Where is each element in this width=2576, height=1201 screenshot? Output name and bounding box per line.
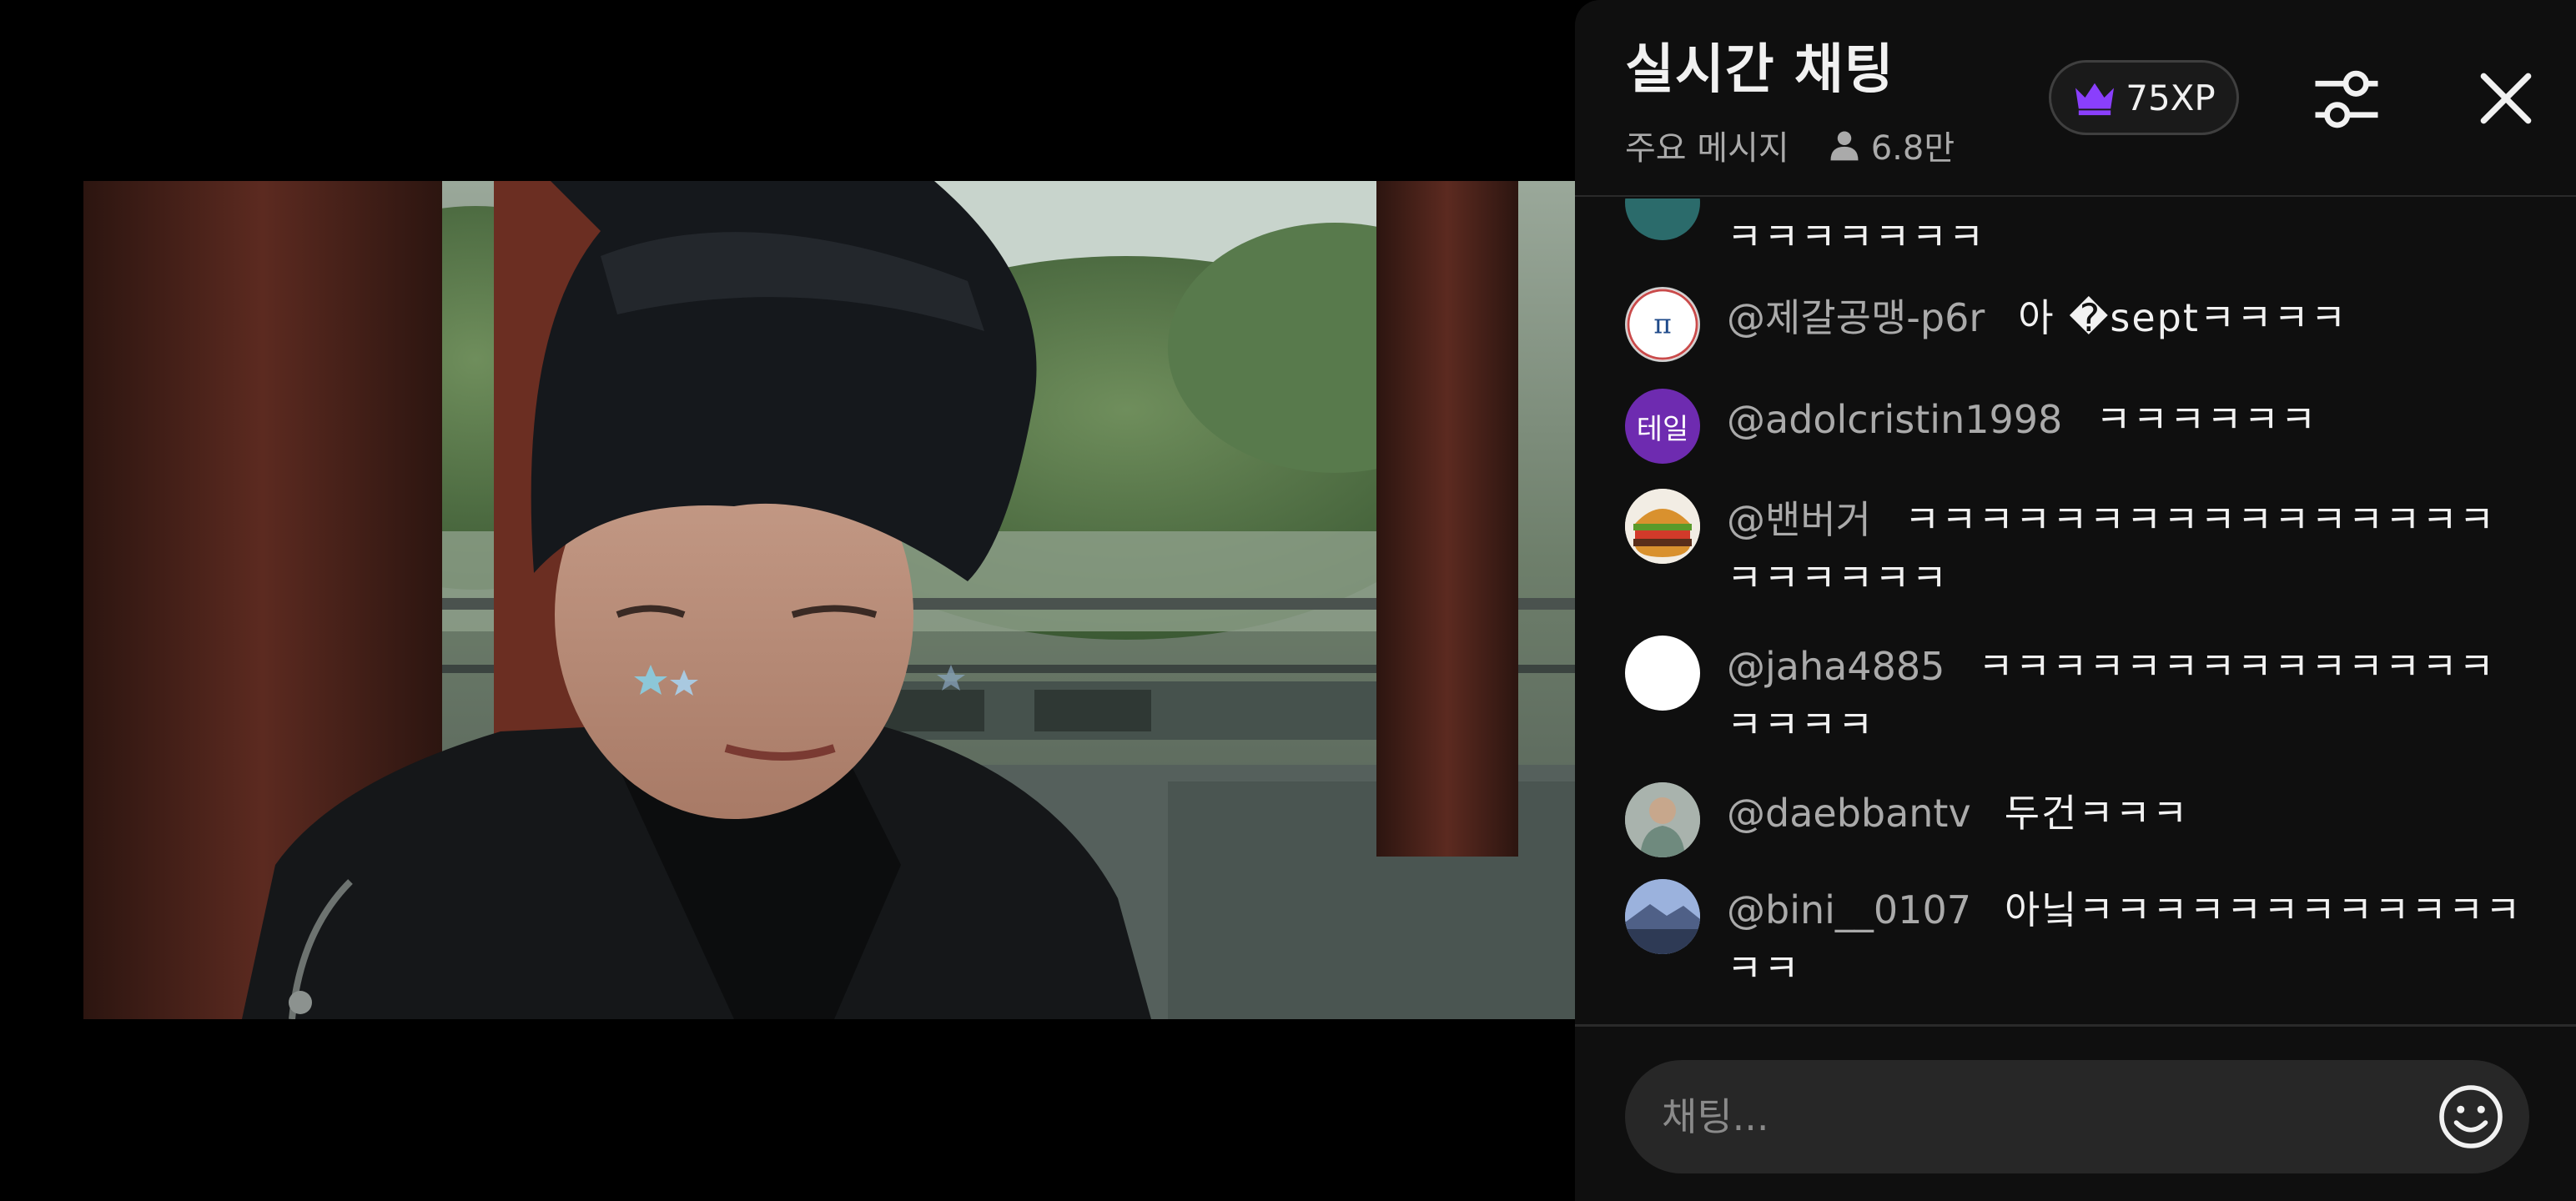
avatar[interactable] <box>1625 489 1700 564</box>
message-author[interactable]: @daebbantv <box>1727 791 1971 836</box>
avatar[interactable] <box>1625 636 1700 711</box>
message-content: @adolcristin1998 ㅋㅋㅋㅋㅋㅋ <box>1727 390 2528 449</box>
pi-logo-icon: π <box>1627 289 1698 360</box>
person-photo-icon <box>1625 782 1700 857</box>
message-text: ㅋㅋㅋㅋㅋㅋㅋ <box>1727 214 1986 259</box>
chat-subheader: 주요 메시지 6.8만 <box>1625 121 1955 169</box>
message-author[interactable]: @제갈공맹-p6r <box>1727 295 1985 340</box>
chat-message: π @제갈공맹-p6r 아 �septㅋㅋㅋㅋ <box>1625 287 2551 370</box>
svg-text:π: π <box>1653 309 1671 340</box>
chat-header: 실시간 채팅 주요 메시지 6.8만 75XP <box>1575 0 2576 197</box>
emoji-icon[interactable] <box>2436 1082 2506 1152</box>
close-icon[interactable] <box>2473 65 2539 132</box>
message-text: 아 �septㅋㅋㅋㅋ <box>2018 295 2348 340</box>
avatar <box>1625 198 1700 240</box>
message-content: @daebbantv 두건ㅋㅋㅋ <box>1727 784 2528 842</box>
viewer-count-value: 6.8만 <box>1870 129 1955 168</box>
crown-icon <box>2075 83 2115 116</box>
message-text: ㅋㅋㅋㅋㅋㅋ <box>2096 397 2318 442</box>
chat-mode-selector[interactable]: 주요 메시지 <box>1625 121 1789 169</box>
sliders-icon[interactable] <box>2309 62 2384 137</box>
chat-message: @daebbantv 두건ㅋㅋㅋ <box>1625 782 2551 866</box>
message-content: @제갈공맹-p6r 아 �septㅋㅋㅋㅋ <box>1727 289 2528 347</box>
xp-value: 75XP <box>2126 77 2216 118</box>
message-content: @bini__0107 아닠ㅋㅋㅋㅋㅋㅋㅋㅋㅋㅋㅋㅋㅋㅋ <box>1727 881 2528 997</box>
burger-icon <box>1625 489 1700 564</box>
avatar-text: 테일 <box>1636 412 1689 446</box>
avatar[interactable]: 테일 <box>1625 389 1700 464</box>
viewer-count: 6.8만 <box>1826 121 1955 169</box>
video-frame <box>83 181 1575 1019</box>
chat-message: 테일 @adolcristin1998 ㅋㅋㅋㅋㅋㅋ <box>1625 389 2551 472</box>
message-author[interactable]: @밴버거 <box>1727 497 1871 542</box>
chat-message: @jaha4885 ㅋㅋㅋㅋㅋㅋㅋㅋㅋㅋㅋㅋㅋㅋㅋㅋㅋㅋ <box>1625 636 2551 761</box>
app-screen: 실시간 채팅 주요 메시지 6.8만 75XP ㅋㅋㅋㅋㅋㅋㅋ π @제갈공맹-… <box>0 0 2576 1201</box>
message-author[interactable]: @bini__0107 <box>1727 887 1971 932</box>
message-text: 두건ㅋㅋㅋ <box>2004 791 2190 836</box>
chat-message-partial: ㅋㅋㅋㅋㅋㅋㅋ <box>1625 198 2551 259</box>
live-chat-panel: 실시간 채팅 주요 메시지 6.8만 75XP ㅋㅋㅋㅋㅋㅋㅋ π @제갈공맹-… <box>1575 0 2576 1201</box>
chat-input-box[interactable] <box>1625 1060 2529 1173</box>
landscape-icon <box>1625 879 1700 954</box>
message-author[interactable]: @adolcristin1998 <box>1727 397 2062 442</box>
chat-title: 실시간 채팅 <box>1625 39 1894 101</box>
chat-input[interactable] <box>1662 1085 2412 1148</box>
chat-message-list[interactable]: ㅋㅋㅋㅋㅋㅋㅋ π @제갈공맹-p6r 아 �septㅋㅋㅋㅋ 테일 @adol… <box>1575 198 2576 1024</box>
avatar[interactable] <box>1625 782 1700 857</box>
person-icon <box>1830 131 1859 161</box>
chat-message: @밴버거 ㅋㅋㅋㅋㅋㅋㅋㅋㅋㅋㅋㅋㅋㅋㅋㅋㅋㅋㅋㅋㅋㅋ <box>1625 489 2551 614</box>
xp-badge-button[interactable]: 75XP <box>2049 60 2239 135</box>
message-content: @밴버거 ㅋㅋㅋㅋㅋㅋㅋㅋㅋㅋㅋㅋㅋㅋㅋㅋㅋㅋㅋㅋㅋㅋ <box>1727 490 2528 607</box>
avatar[interactable]: π <box>1625 287 1700 362</box>
message-author[interactable]: @jaha4885 <box>1727 644 1945 689</box>
avatar[interactable] <box>1625 879 1700 954</box>
chat-footer <box>1575 1024 2576 1201</box>
message-content: @jaha4885 ㅋㅋㅋㅋㅋㅋㅋㅋㅋㅋㅋㅋㅋㅋㅋㅋㅋㅋ <box>1727 637 2528 754</box>
video-player[interactable] <box>83 181 1575 1019</box>
chat-message: @bini__0107 아닠ㅋㅋㅋㅋㅋㅋㅋㅋㅋㅋㅋㅋㅋㅋ <box>1625 879 2551 1004</box>
